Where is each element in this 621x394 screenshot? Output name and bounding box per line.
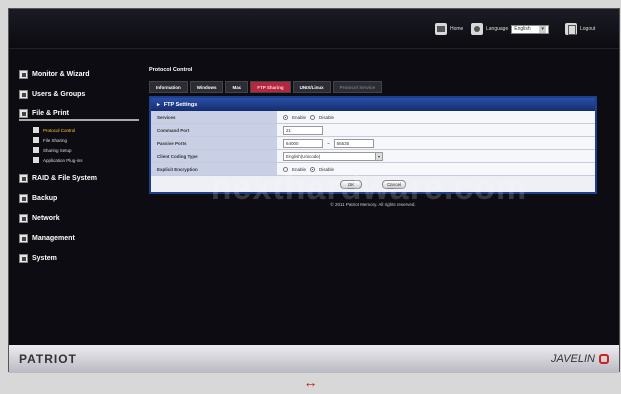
sidebar-item-network[interactable]: Network [19,211,139,225]
protocol-icon [33,127,39,133]
page-title: Protocol Control [149,67,193,73]
home-icon [435,23,447,35]
passive-ports-label: Passive Ports [151,137,277,149]
plugin-icon [33,157,39,163]
chevron-down-icon: ▾ [539,25,547,33]
backup-icon [19,193,28,203]
sidebar-item-label: Backup [32,194,58,202]
patriot-logo: PATRIOT [19,352,77,366]
language-control: Language English ▾ [471,22,550,36]
app-window: Home Language English ▾ Logout Monitor &… [8,8,620,373]
command-port-field[interactable]: 21 [283,125,323,135]
sidebar-item-label: Users & Groups [32,90,86,98]
sidebar-subitem-label: Application Plug-ins [43,157,83,163]
logout-label: Logout [580,26,596,32]
logout-link[interactable]: Logout [565,22,595,36]
sidebar-item-management[interactable]: Management [19,231,139,245]
top-bar: Home Language English ▾ Logout [9,9,619,49]
home-link[interactable]: Home [435,22,463,36]
sidebar-subitem-file-sharing[interactable]: File Sharing [33,135,139,145]
services-disable-radio[interactable] [310,114,316,120]
sidebar-item-label: Management [32,234,75,242]
language-select[interactable]: English ▾ [511,24,550,34]
sidebar-subitem-label: Protocol Control [43,127,76,133]
services-label: Services [151,111,277,123]
panel-title: FTP Settings [163,101,198,108]
client-coding-select[interactable]: English(Unicode) ▾ [283,151,383,161]
sidebar: Monitor & Wizard Users & Groups File & P… [19,67,139,271]
watermark: nexthardware.com [210,169,528,207]
sidebar-item-label: Monitor & Wizard [32,70,90,78]
file-sharing-icon [33,137,39,143]
sidebar-subitem-label: File Sharing [43,137,68,143]
command-port-label: Command Port [151,124,277,136]
language-label: Language [486,26,509,32]
passive-ports-row: Passive Ports 64000 ~ 65535 [151,137,595,150]
javelin-mark-icon [599,354,609,364]
passive-port-from-field[interactable]: 64000 [283,138,323,148]
sidebar-item-system[interactable]: System [19,251,139,265]
sidebar-item-monitor-wizard[interactable]: Monitor & Wizard [19,67,139,81]
command-port-row: Command Port 21 [151,124,595,137]
services-disable-label: Disable [319,114,335,120]
tab-ftp-sharing[interactable]: FTP Sharing [250,81,291,93]
home-label: Home [450,26,464,32]
sidebar-item-raid-file-system[interactable]: RAID & File System [19,171,139,185]
footer: PATRIOT JAVELIN [9,345,619,373]
sidebar-subitem-sharing-setup[interactable]: Sharing Setup [33,145,139,155]
sharing-setup-icon [33,147,39,153]
tab-bar: Information Windows Mac FTP Sharing UNIX… [149,81,613,93]
language-value: English [514,26,531,32]
sidebar-subitem-protocol-control[interactable]: Protocol Control [33,125,139,135]
folder-icon [19,108,28,118]
tab-unix-linux[interactable]: UNIX/Linux [292,81,331,93]
tab-mac[interactable]: Mac [225,81,249,93]
javelin-logo-text: JAVELIN [550,353,595,365]
javelin-logo: JAVELIN [551,353,609,365]
sidebar-subitem-label: Sharing Setup [43,147,72,153]
file-print-submenu: Protocol Control File Sharing Sharing Se… [33,125,139,165]
sidebar-item-backup[interactable]: Backup [19,191,139,205]
sidebar-item-label: RAID & File System [32,174,97,182]
sidebar-item-label: Network [32,214,60,222]
services-enable-label: Enable [292,114,307,120]
services-row: Services Enable Disable [151,111,595,124]
monitor-icon [19,69,28,79]
sidebar-item-users-groups[interactable]: Users & Groups [19,87,139,101]
triangle-icon: ▸ [157,101,160,108]
users-icon [19,89,28,99]
client-coding-row: Client Coding Type English(Unicode) ▾ [151,150,595,163]
system-icon [19,253,28,263]
client-coding-value: English(Unicode) [286,153,321,159]
language-icon [471,23,483,35]
logout-icon [565,23,577,35]
management-icon [19,233,28,243]
tab-protocol-service[interactable]: Protocol Service [332,81,383,93]
passive-port-to-field[interactable]: 65535 [333,138,374,148]
panel-header: ▸ FTP Settings [151,98,595,111]
network-icon [19,213,28,223]
client-coding-label: Client Coding Type [151,150,277,162]
sidebar-item-label: System [32,254,57,262]
services-enable-radio[interactable] [283,114,288,120]
sidebar-item-label: File & Print [32,109,69,117]
sidebar-subitem-application-plugins[interactable]: Application Plug-ins [33,155,139,165]
tab-windows[interactable]: Windows [189,81,224,93]
expand-arrow-icon[interactable]: ↔ [0,374,621,390]
passive-port-separator: ~ [327,140,330,146]
tab-information[interactable]: Information [149,81,188,93]
raid-icon [19,173,28,183]
sidebar-item-file-print[interactable]: File & Print [19,107,139,121]
chevron-down-icon: ▾ [375,152,382,160]
